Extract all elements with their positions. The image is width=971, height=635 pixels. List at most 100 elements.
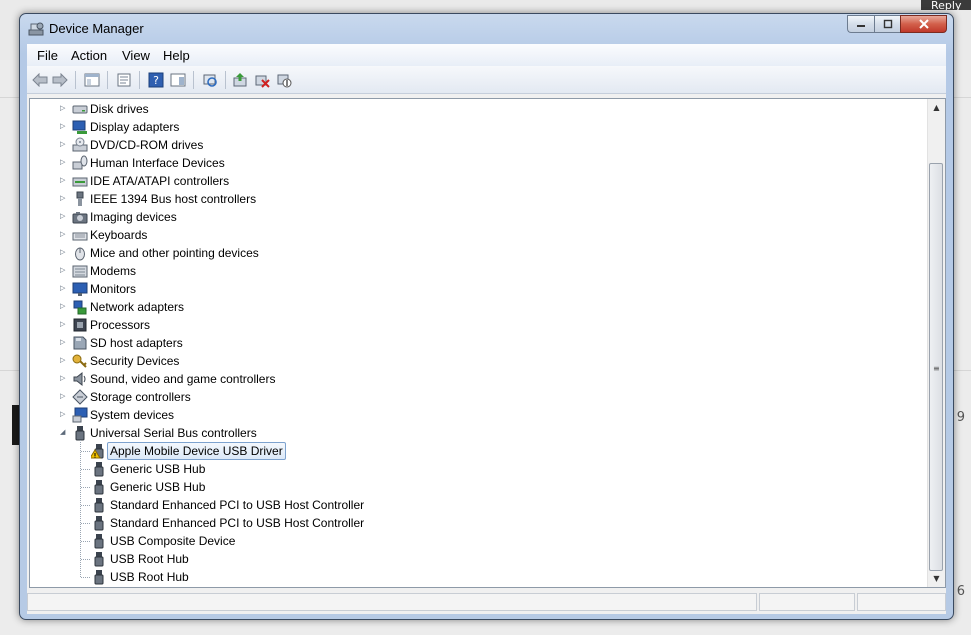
expand-arrow-icon[interactable]: ▷ xyxy=(60,352,67,370)
scrollbar-thumb[interactable]: ≡ xyxy=(929,163,943,571)
expand-arrow-icon[interactable]: ▷ xyxy=(60,208,67,226)
properties-icon xyxy=(117,73,131,87)
usb-device-row[interactable]: Apple Mobile Device USB Driver xyxy=(30,442,910,460)
help-icon: ? xyxy=(148,72,164,88)
device-category-row[interactable]: ▷ SD host adapters xyxy=(30,334,910,352)
device-category-row[interactable]: ▷ Sound, video and game controllers xyxy=(30,370,910,388)
expand-arrow-icon[interactable]: ▷ xyxy=(60,298,67,316)
device-category-row[interactable]: ▷ Imaging devices xyxy=(30,208,910,226)
minimize-button[interactable] xyxy=(847,15,874,33)
ieee1394-icon xyxy=(72,191,88,207)
close-button[interactable] xyxy=(900,15,947,33)
mouse-icon xyxy=(72,245,88,261)
expand-arrow-icon[interactable]: ▷ xyxy=(60,136,67,154)
device-category-row[interactable]: ▷ IEEE 1394 Bus host controllers xyxy=(30,190,910,208)
device-category-label: DVD/CD-ROM drives xyxy=(90,138,204,152)
usb-device-label: Generic USB Hub xyxy=(110,462,206,476)
grip-icon: ≡ xyxy=(933,364,940,373)
device-category-row[interactable]: ▷ Mice and other pointing devices xyxy=(30,244,910,262)
window-title: Device Manager xyxy=(49,21,144,36)
device-category-row[interactable]: ▷ System devices xyxy=(30,406,910,424)
device-category-row[interactable]: ▷ IDE ATA/ATAPI controllers xyxy=(30,172,910,190)
menu-action[interactable]: Action xyxy=(71,48,107,63)
expand-arrow-icon[interactable]: ▷ xyxy=(60,100,67,118)
help-button[interactable]: ? xyxy=(147,71,165,89)
display-adapter-icon xyxy=(72,119,88,135)
expand-arrow-icon[interactable]: ▷ xyxy=(60,262,67,280)
scroll-down-arrow[interactable]: ▼ xyxy=(928,570,945,587)
usb-device-row[interactable]: Standard Enhanced PCI to USB Host Contro… xyxy=(30,496,910,514)
usb-device-row[interactable]: Generic USB Hub xyxy=(30,460,910,478)
device-category-row[interactable]: ▷ Processors xyxy=(30,316,910,334)
expand-arrow-icon[interactable]: ▷ xyxy=(60,334,67,352)
expand-arrow-icon[interactable]: ▷ xyxy=(60,226,67,244)
device-category-row[interactable]: ▷ Monitors xyxy=(30,280,910,298)
device-category-label: Network adapters xyxy=(90,300,185,314)
device-category-row[interactable]: ▷ Network adapters xyxy=(30,298,910,316)
device-category-row[interactable]: ▷ Display adapters xyxy=(30,118,910,136)
usb-device-row[interactable]: USB Composite Device xyxy=(30,532,910,550)
toolbar-separator xyxy=(193,71,194,89)
device-category-label: Keyboards xyxy=(90,228,148,242)
status-pane xyxy=(27,593,757,611)
disable-button[interactable] xyxy=(275,71,293,89)
update-driver-button[interactable] xyxy=(231,71,249,89)
device-category-row[interactable]: ▷ Storage controllers xyxy=(30,388,910,406)
usb-icon xyxy=(72,425,88,441)
back-icon xyxy=(32,73,48,87)
menu-file[interactable]: File xyxy=(37,48,58,63)
expand-arrow-icon[interactable]: ▷ xyxy=(60,172,67,190)
dvd-drive-icon xyxy=(72,137,88,153)
usb-device-row[interactable]: USB Root Hub xyxy=(30,550,910,568)
device-category-label: Display adapters xyxy=(90,120,180,134)
expand-arrow-icon[interactable]: ▷ xyxy=(60,118,67,136)
console-tree-button[interactable] xyxy=(83,71,101,89)
menu-view[interactable]: View xyxy=(122,48,150,63)
title-bar[interactable]: Device Manager xyxy=(20,14,953,44)
back-button[interactable] xyxy=(31,71,49,89)
expand-arrow-icon[interactable]: ▷ xyxy=(60,244,67,262)
expand-arrow-icon[interactable]: ▷ xyxy=(60,154,67,172)
expand-arrow-icon[interactable]: ▷ xyxy=(60,316,67,334)
scan-hardware-button[interactable] xyxy=(201,71,219,89)
device-category-label: System devices xyxy=(90,408,175,422)
usb-device-row[interactable]: USB Root Hub xyxy=(30,568,910,586)
menu-bar: File Action View Help xyxy=(27,44,946,66)
key-icon xyxy=(72,353,88,369)
expand-arrow-icon[interactable]: ▷ xyxy=(60,406,67,424)
device-tree[interactable]: ▲ ≡ ▼ ▷ Disk drives ▷ Display adapters ▷ DVD/… xyxy=(29,98,946,588)
device-category-row[interactable]: ▷ Keyboards xyxy=(30,226,910,244)
maximize-button[interactable] xyxy=(874,15,900,33)
status-pane xyxy=(857,593,946,611)
background-number: 6 xyxy=(956,584,965,599)
usb-device-row[interactable]: Generic USB Hub xyxy=(30,478,910,496)
toolbar-separator xyxy=(139,71,140,89)
usb-device-icon xyxy=(91,515,107,531)
device-category-label: Modems xyxy=(90,264,137,278)
expand-arrow-icon[interactable]: ▷ xyxy=(60,280,67,298)
usb-device-row[interactable]: Standard Enhanced PCI to USB Host Contro… xyxy=(30,514,910,532)
expand-arrow-icon[interactable]: ▷ xyxy=(60,190,67,208)
system-device-icon xyxy=(72,407,88,423)
reply-button[interactable]: Reply xyxy=(921,0,971,10)
device-category-row[interactable]: ◢ Universal Serial Bus controllers xyxy=(30,424,910,442)
menu-help[interactable]: Help xyxy=(163,48,190,63)
action-pane-button[interactable] xyxy=(169,71,187,89)
device-category-row[interactable]: ▷ Human Interface Devices xyxy=(30,154,910,172)
device-category-label: Processors xyxy=(90,318,151,332)
ide-controller-icon xyxy=(72,173,88,189)
properties-button[interactable] xyxy=(115,71,133,89)
device-category-row[interactable]: ▷ Modems xyxy=(30,262,910,280)
device-category-row[interactable]: ▷ DVD/CD-ROM drives xyxy=(30,136,910,154)
expand-arrow-icon[interactable]: ▷ xyxy=(60,370,67,388)
device-category-label: Human Interface Devices xyxy=(90,156,225,170)
usb-device-label: USB Root Hub xyxy=(110,570,189,584)
device-category-row[interactable]: ▷ Security Devices xyxy=(30,352,910,370)
vertical-scrollbar[interactable]: ▲ ≡ ▼ xyxy=(927,99,945,587)
collapse-arrow-icon[interactable]: ◢ xyxy=(60,424,67,442)
uninstall-button[interactable] xyxy=(253,71,271,89)
device-category-row[interactable]: ▷ Disk drives xyxy=(30,100,910,118)
forward-button[interactable] xyxy=(51,71,69,89)
expand-arrow-icon[interactable]: ▷ xyxy=(60,388,67,406)
scroll-up-arrow[interactable]: ▲ xyxy=(928,99,945,116)
